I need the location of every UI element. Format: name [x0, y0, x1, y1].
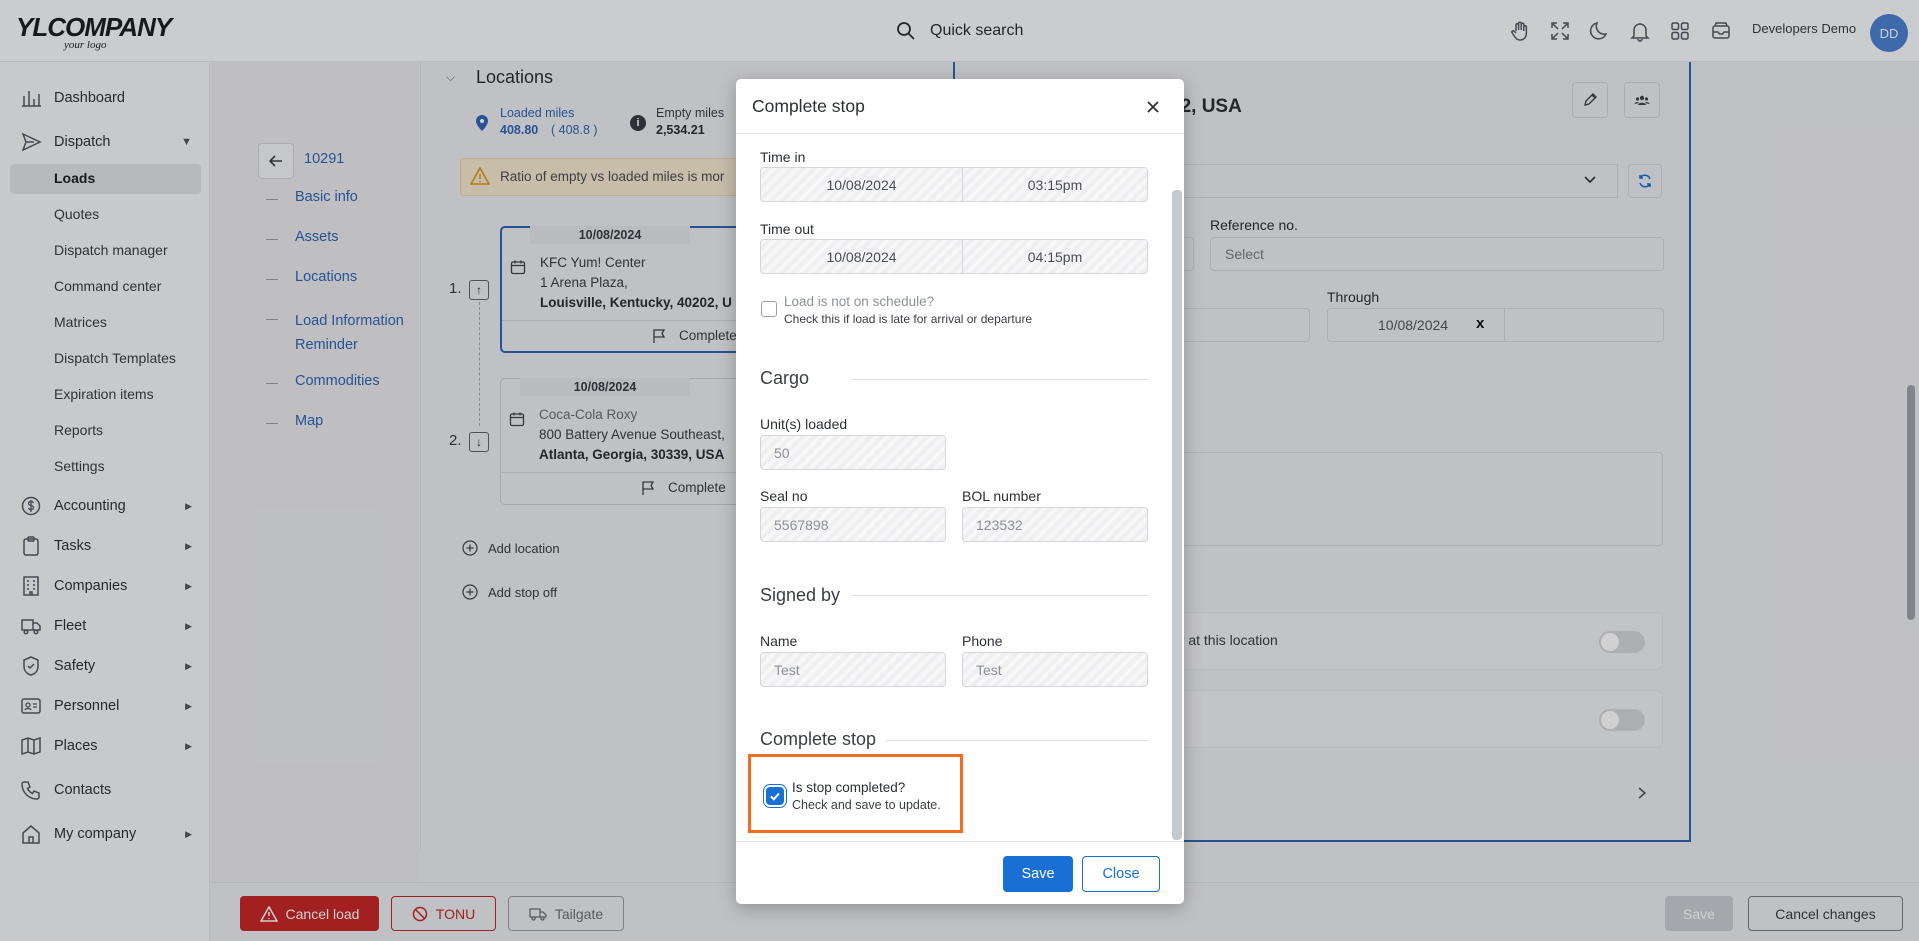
modal-footer-divider: [736, 841, 1184, 842]
time-in-label: Time in: [760, 149, 806, 165]
modal-header-divider: [736, 133, 1184, 134]
signed-name-input[interactable]: Test: [760, 652, 946, 687]
complete-stop-section-title: Complete stop: [760, 729, 877, 749]
modal-close-button[interactable]: [1142, 96, 1164, 118]
not-on-schedule-checkbox[interactable]: [761, 301, 777, 317]
time-out-date-input[interactable]: 10/08/2024: [760, 239, 963, 274]
highlight-box: [748, 754, 963, 833]
not-on-schedule-hint: Check this if load is late for arrival o…: [784, 312, 1033, 326]
signed-by-section-title: Signed by: [760, 585, 841, 605]
time-in-time-input[interactable]: 03:15pm: [962, 167, 1148, 202]
section-divider: [852, 595, 1148, 596]
modal-save-button[interactable]: Save: [1003, 856, 1073, 892]
section-divider: [886, 740, 1148, 741]
time-out-label: Time out: [760, 221, 814, 237]
time-out-time-input[interactable]: 04:15pm: [962, 239, 1148, 274]
not-on-schedule-label: Load is not on schedule?: [784, 294, 935, 309]
time-in-date-input[interactable]: 10/08/2024: [760, 167, 963, 202]
modal-title: Complete stop: [752, 96, 865, 116]
bol-number-input[interactable]: 123532: [962, 507, 1148, 542]
name-label: Name: [760, 633, 798, 649]
bol-number-label: BOL number: [962, 488, 1041, 504]
signed-phone-input[interactable]: Test: [962, 652, 1148, 687]
modal-close-text-button[interactable]: Close: [1082, 856, 1160, 892]
modal-scrollbar[interactable]: [1172, 190, 1182, 840]
cargo-section-title: Cargo: [760, 368, 810, 388]
section-divider: [852, 379, 1148, 380]
units-loaded-input[interactable]: 50: [760, 435, 946, 470]
units-loaded-label: Unit(s) loaded: [760, 416, 848, 432]
close-icon: [1147, 101, 1159, 113]
phone-label: Phone: [962, 633, 1003, 649]
seal-no-label: Seal no: [760, 488, 808, 504]
seal-no-input[interactable]: 5567898: [760, 507, 946, 542]
